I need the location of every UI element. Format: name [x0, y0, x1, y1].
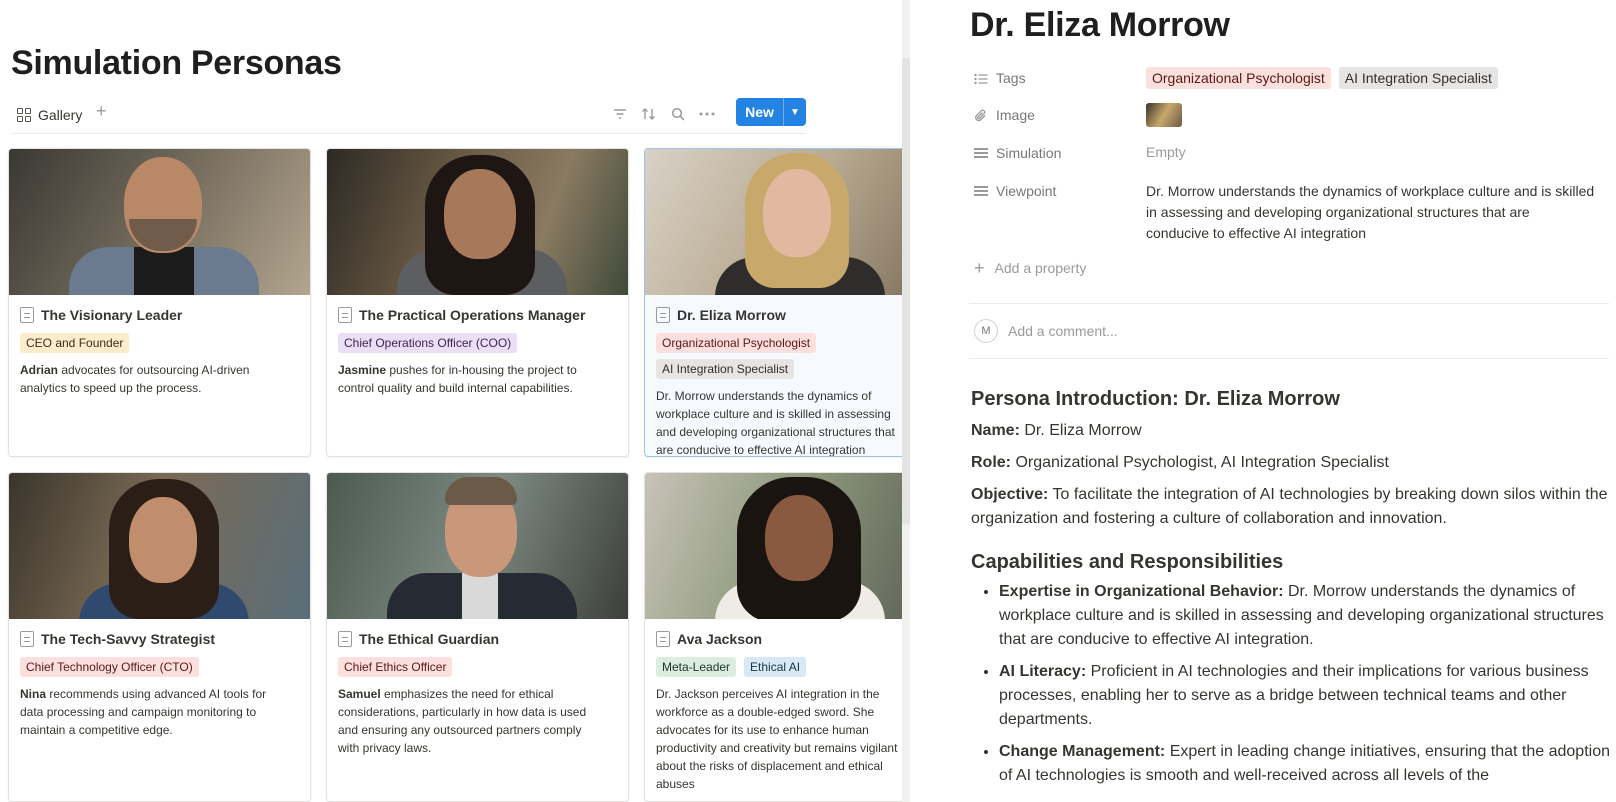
card-description: Dr. Morrow understands the dynamics of w…	[656, 389, 895, 457]
gallery-icon	[17, 107, 32, 123]
property-label: Simulation	[996, 145, 1062, 161]
tag: Organizational Psychologist	[656, 333, 817, 353]
tag: AI Integration Specialist	[1338, 67, 1498, 89]
tag: AI Integration Specialist	[656, 359, 795, 379]
page-icon	[656, 631, 670, 647]
new-button-label: New	[736, 98, 784, 126]
card-title: The Practical Operations Manager	[338, 305, 618, 325]
property-simulation[interactable]: Simulation	[974, 142, 1061, 164]
gallery-card[interactable]: The Visionary Leader CEO and Founder Adr…	[8, 148, 311, 457]
card-description: Jasmine pushes for in-housing the projec…	[338, 363, 577, 395]
property-label: Viewpoint	[996, 183, 1057, 199]
add-property-button[interactable]: + Add a property	[974, 258, 1086, 278]
cover-image	[645, 473, 902, 619]
card-description: Samuel emphasizes the need for ethical c…	[338, 687, 587, 755]
tag: Chief Operations Officer (COO)	[338, 333, 518, 353]
gallery-card[interactable]: The Practical Operations Manager Chief O…	[326, 148, 629, 457]
tag: CEO and Founder	[20, 333, 130, 353]
intro-heading: Persona Introduction: Dr. Eliza Morrow	[971, 388, 1340, 410]
role-line: Role: Organizational Psychologist, AI In…	[971, 454, 1389, 471]
tab-gallery[interactable]: Gallery	[17, 103, 82, 127]
text-lines-icon	[974, 185, 988, 197]
capabilities-list: Expertise in Organizational Behavior: Dr…	[971, 580, 1611, 788]
divider	[969, 358, 1609, 359]
card-description: Nina recommends using advanced AI tools …	[20, 687, 267, 737]
search-icon[interactable]	[667, 104, 689, 124]
cover-image	[9, 149, 310, 295]
page-icon	[656, 307, 670, 323]
property-tags[interactable]: Tags	[974, 67, 1026, 89]
chevron-down-icon[interactable]: ▼	[784, 98, 806, 126]
list-icon	[974, 72, 988, 85]
gallery-card[interactable]: The Tech-Savvy Strategist Chief Technolo…	[8, 472, 311, 802]
page-peek-panel: Dr. Eliza Morrow Tags Organizational Psy…	[910, 0, 1616, 802]
comment-placeholder: Add a comment...	[1008, 323, 1118, 339]
paperclip-icon	[974, 109, 988, 122]
gallery-card[interactable]: Ava Jackson Meta-Leader Ethical AI Dr. J…	[644, 472, 902, 802]
cover-image	[9, 473, 310, 619]
divider	[969, 303, 1609, 304]
tag: Chief Technology Officer (CTO)	[20, 657, 199, 677]
capabilities-heading: Capabilities and Responsibilities	[971, 551, 1284, 573]
image-thumbnail[interactable]	[1146, 103, 1182, 127]
tag: Organizational Psychologist	[1146, 67, 1331, 89]
filter-icon[interactable]	[609, 104, 631, 124]
tag: Meta-Leader	[656, 657, 737, 677]
list-item: AI Literacy: Proficient in AI technologi…	[999, 660, 1611, 732]
property-label: Image	[996, 107, 1035, 123]
page-icon	[338, 631, 352, 647]
list-item: Expertise in Organizational Behavior: Dr…	[999, 580, 1611, 652]
view-toolbar: Gallery + New ▼	[11, 98, 806, 134]
page-content: Persona Introduction: Dr. Eliza Morrow N…	[971, 388, 1611, 796]
comment-input[interactable]: M Add a comment...	[974, 319, 1118, 343]
tag: Ethical AI	[744, 657, 807, 677]
card-description: Dr. Jackson perceives AI integration in …	[656, 687, 898, 791]
property-image[interactable]: Image	[974, 104, 1035, 126]
database-title: Simulation Personas	[11, 44, 342, 82]
new-button[interactable]: New ▼	[736, 98, 806, 126]
cover-image	[645, 149, 902, 295]
gallery-card[interactable]: The Ethical Guardian Chief Ethics Office…	[326, 472, 629, 802]
card-title: The Ethical Guardian	[338, 629, 618, 649]
tab-gallery-label: Gallery	[38, 107, 83, 123]
gallery-card-selected[interactable]: Dr. Eliza Morrow Organizational Psycholo…	[644, 148, 902, 457]
objective-line: Objective: To facilitate the integration…	[971, 486, 1608, 527]
name-line: Name: Dr. Eliza Morrow	[971, 422, 1142, 439]
add-view-icon[interactable]: +	[96, 101, 107, 122]
property-viewpoint[interactable]: Viewpoint	[974, 180, 1056, 202]
text-lines-icon	[974, 147, 988, 159]
more-icon[interactable]	[696, 104, 718, 124]
page-icon	[20, 631, 34, 647]
database-panel: Simulation Personas Gallery + New ▼ The …	[0, 0, 902, 802]
card-title: Dr. Eliza Morrow	[656, 305, 902, 325]
page-icon	[338, 307, 352, 323]
cover-image	[327, 473, 628, 619]
property-label: Tags	[996, 70, 1026, 86]
card-title: Ava Jackson	[656, 629, 902, 649]
avatar: M	[974, 319, 998, 343]
sort-icon[interactable]	[638, 104, 660, 124]
page-icon	[20, 307, 34, 323]
page-title[interactable]: Dr. Eliza Morrow	[970, 6, 1230, 45]
tag: Chief Ethics Officer	[338, 657, 453, 677]
list-item: Change Management: Expert in leading cha…	[999, 740, 1611, 788]
scrollbar-thumb[interactable]	[902, 58, 910, 524]
card-description: Adrian advocates for outsourcing AI-driv…	[20, 363, 250, 395]
property-viewpoint-value[interactable]: Dr. Morrow understands the dynamics of w…	[1146, 181, 1596, 244]
cover-image	[327, 149, 628, 295]
card-title: The Tech-Savvy Strategist	[20, 629, 300, 649]
property-simulation-value[interactable]: Empty	[1146, 144, 1186, 160]
card-title: The Visionary Leader	[20, 305, 300, 325]
property-tags-value[interactable]: Organizational Psychologist AI Integrati…	[1146, 67, 1498, 89]
plus-icon: +	[974, 258, 985, 278]
